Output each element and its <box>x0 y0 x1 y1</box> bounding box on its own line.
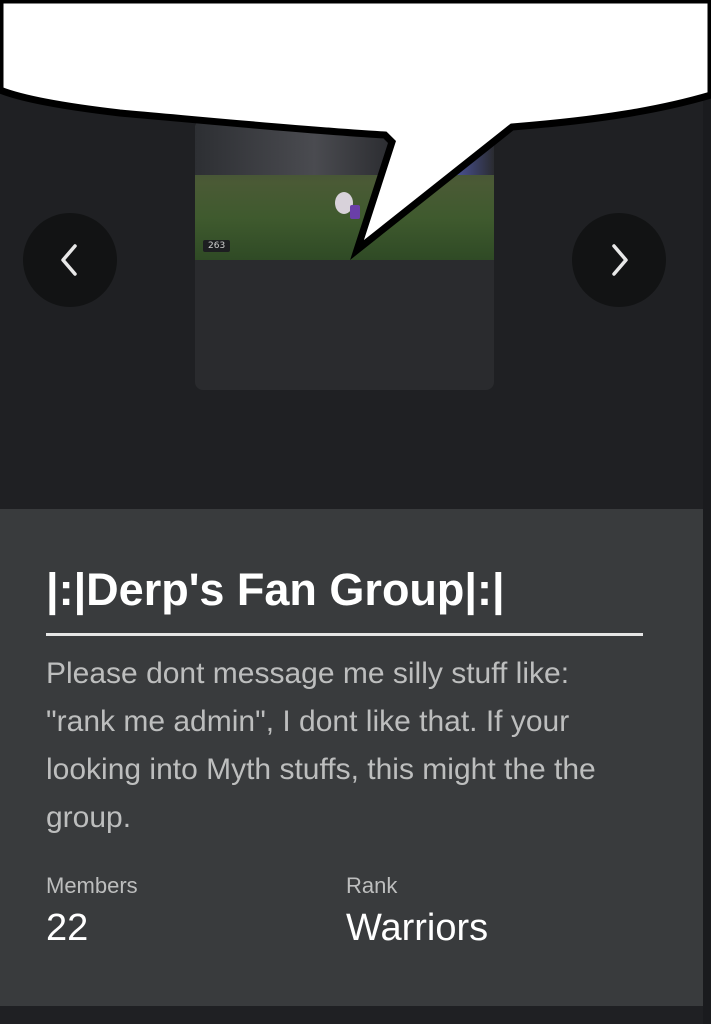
chevron-right-icon <box>612 244 628 276</box>
rank-label: Rank <box>346 873 398 898</box>
members-label: Members <box>46 873 138 898</box>
carousel-next-button[interactable] <box>572 213 666 307</box>
members-count: 22 <box>46 907 89 949</box>
group-name-underline <box>46 633 643 636</box>
group-page: 263 |:|Derp's Fan Group|:| Please dont m… <box>0 0 711 1024</box>
group-description: Please dont message me silly stuff like:… <box>46 657 596 834</box>
group-name[interactable]: |:|Derp's Fan Group|:| <box>46 562 505 618</box>
rank-stat: Rank Warriors <box>346 872 488 950</box>
carousel-prev-button[interactable] <box>23 213 117 307</box>
chevron-left-icon <box>61 244 77 276</box>
rank-value: Warriors <box>346 907 489 949</box>
members-stat: Members 22 <box>46 872 138 950</box>
